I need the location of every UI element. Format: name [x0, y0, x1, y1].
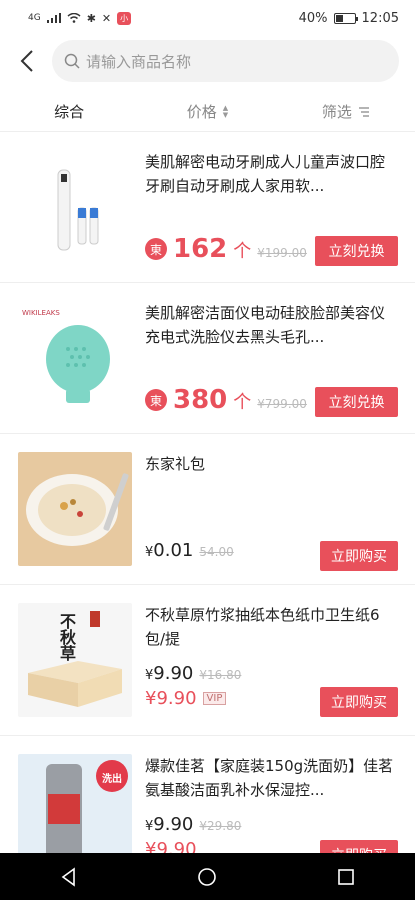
filter-label: 综合: [54, 103, 85, 121]
toothbrush-image: [18, 150, 132, 264]
mute-icon: ✕: [101, 11, 112, 25]
price-unit: 个: [233, 241, 252, 262]
filter-label: 价格: [186, 103, 217, 121]
sale-price: ¥9.90: [145, 663, 193, 684]
status-left: 4G ✱ ✕ 小: [28, 11, 132, 25]
sale-price-value: 9.90: [153, 663, 194, 684]
product-image: WIKILEAKS: [18, 301, 132, 415]
battery-icon: [333, 12, 358, 24]
price-row: 東 162 个 ¥199.00: [145, 234, 307, 264]
status-bar: 4G ✱ ✕ 小 40% 12:05: [0, 0, 415, 36]
original-price: 54.00: [199, 545, 234, 559]
filter-label: 筛选: [321, 103, 352, 121]
badge-text: 洗出: [102, 774, 122, 785]
signal-bars-icon: [46, 13, 61, 23]
vip-price: ¥9.90: [145, 688, 197, 709]
square-recent-icon: [338, 868, 354, 885]
redeem-button[interactable]: 立刻兑换: [315, 236, 398, 266]
battery-percent: 40%: [298, 10, 328, 26]
brand-calligraphy-text: 不秋草: [57, 613, 76, 661]
original-price: ¥199.00: [257, 246, 307, 260]
points-price: 162: [173, 234, 228, 264]
filter-tab-filter[interactable]: 筛选: [277, 101, 415, 122]
filter-tab-price[interactable]: 价格 ▲ ▼: [138, 101, 276, 122]
product-image: 洗出: [18, 754, 132, 868]
price-row: ¥0.01 54.00: [145, 540, 234, 561]
product-title[interactable]: 爆款佳茗【家庭装150g洗面奶】佳茗氨基酸洁面乳补水保湿控...: [145, 754, 397, 802]
product-title[interactable]: 美肌解密洁面仪电动硅胶脸部美容仪充电式洗脸仪去黑头毛孔...: [145, 301, 397, 349]
back-button[interactable]: [12, 41, 42, 81]
price-row: ¥9.90 ¥29.80: [145, 814, 241, 835]
status-right: 40% 12:05: [299, 11, 399, 26]
sale-price: ¥9.90: [145, 814, 193, 835]
filter-icon: [358, 106, 369, 117]
product-title[interactable]: 东家礼包: [145, 452, 397, 476]
original-price: ¥29.80: [199, 819, 242, 833]
price-row: 東 380 个 ¥799.00: [145, 385, 307, 415]
product-card[interactable]: WIKILEAKS 美肌解密洁面仪电动硅胶脸部美容仪充电式洗脸仪去黑头毛孔...…: [0, 283, 415, 434]
original-price: ¥799.00: [257, 397, 307, 411]
points-price: 380: [173, 385, 228, 415]
price-row: ¥9.90 ¥16.80: [145, 663, 241, 684]
product-card[interactable]: 不秋草 不秋草原竹浆抽纸本色纸巾卫生纸6包/提 ¥9.90 ¥16.80 ¥9.…: [0, 585, 415, 736]
product-card[interactable]: 东家礼包 ¥0.01 54.00 立即购买: [0, 434, 415, 585]
sale-price: ¥0.01: [145, 540, 193, 561]
buy-now-button[interactable]: 立即购买: [320, 687, 398, 717]
vip-price-row: ¥9.90 VIP: [145, 688, 227, 709]
nav-back-button[interactable]: [54, 862, 84, 892]
product-image: [18, 452, 132, 566]
app-notification-badge: 小: [117, 11, 132, 25]
vip-tag: VIP: [202, 692, 227, 705]
product-image: [18, 150, 132, 264]
original-price: ¥16.80: [199, 668, 242, 682]
chevron-left-icon: [20, 50, 33, 72]
system-nav-bar: [0, 853, 415, 900]
circle-home-icon: [198, 867, 217, 886]
nav-recent-button[interactable]: [331, 862, 361, 892]
jd-bean-icon: 東: [145, 389, 167, 411]
sale-price-value: 9.90: [153, 814, 194, 835]
signal-icon: 4G: [28, 13, 41, 23]
sort-icon: ▲ ▼: [222, 103, 229, 119]
product-title[interactable]: 不秋草原竹浆抽纸本色纸巾卫生纸6包/提: [145, 603, 397, 651]
search-header: 请输入商品名称: [0, 36, 415, 86]
price-unit: 个: [233, 392, 252, 413]
search-icon: [64, 53, 80, 69]
bluetooth-icon: ✱: [86, 11, 96, 25]
filter-bar: 综合 价格 ▲ ▼ 筛选: [0, 92, 415, 132]
redeem-button[interactable]: 立刻兑换: [315, 387, 398, 417]
brand-logo-text: WIKILEAKS: [22, 309, 60, 317]
buy-now-button[interactable]: 立即购买: [320, 541, 398, 571]
search-placeholder: 请输入商品名称: [86, 52, 192, 71]
battery-fill: [335, 14, 343, 22]
face-cleanser-image: [18, 301, 132, 415]
triangle-back-icon: [61, 866, 75, 887]
jd-bean-icon: 東: [145, 238, 167, 260]
product-title[interactable]: 美肌解密电动牙刷成人儿童声波口腔牙刷自动牙刷成人家用软...: [145, 150, 397, 198]
product-card[interactable]: 美肌解密电动牙刷成人儿童声波口腔牙刷自动牙刷成人家用软... 東 162 个 ¥…: [0, 132, 415, 283]
product-image: 不秋草: [18, 603, 132, 717]
clock: 12:05: [361, 10, 399, 26]
soup-bowl-image: [18, 452, 132, 566]
wifi-icon: [67, 13, 81, 23]
product-list: 美肌解密电动牙刷成人儿童声波口腔牙刷自动牙刷成人家用软... 東 162 个 ¥…: [0, 132, 415, 887]
filter-tab-comprehensive[interactable]: 综合: [0, 101, 138, 122]
search-input[interactable]: 请输入商品名称: [52, 40, 399, 82]
nav-home-button[interactable]: [192, 862, 222, 892]
sale-price-value: 0.01: [153, 540, 194, 561]
